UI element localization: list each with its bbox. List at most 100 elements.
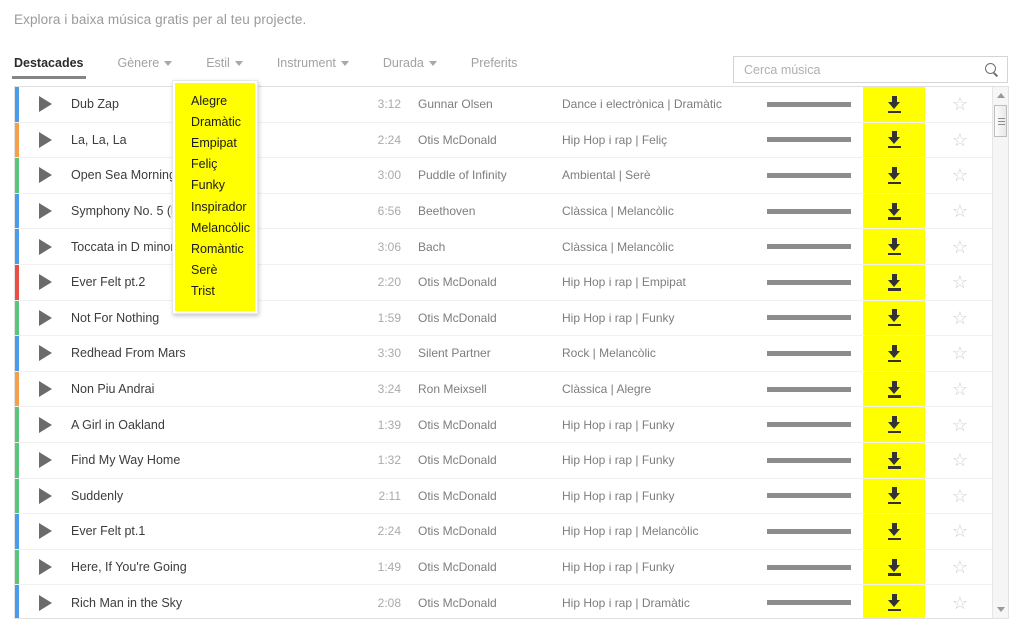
favorite-button[interactable]: ☆	[925, 131, 995, 149]
download-button[interactable]	[863, 407, 925, 442]
download-button[interactable]	[863, 442, 925, 478]
track-waveform[interactable]	[753, 208, 863, 214]
favorite-button[interactable]: ☆	[925, 344, 995, 362]
favorite-button[interactable]: ☆	[925, 202, 995, 220]
play-button[interactable]	[15, 381, 71, 398]
dropdown-item[interactable]: Trist	[175, 281, 255, 302]
dropdown-item[interactable]: Melancòlic	[175, 217, 255, 238]
track-waveform[interactable]	[753, 600, 863, 606]
tab-destacades[interactable]: Destacades	[12, 56, 85, 79]
download-button[interactable]	[863, 371, 925, 407]
favorite-button[interactable]: ☆	[925, 380, 995, 398]
track-waveform[interactable]	[753, 315, 863, 321]
tab-instrument[interactable]: Instrument	[277, 56, 349, 79]
play-button[interactable]	[15, 309, 71, 326]
track-waveform[interactable]	[753, 457, 863, 463]
table-row[interactable]: Toccata in D minor 3:06 Bach Clàssica | Mel…	[15, 229, 995, 265]
table-row[interactable]: Suddenly 2:11 Otis McDonald Hip Hop i rap |…	[15, 478, 995, 515]
table-row[interactable]: Ever Felt pt.2 2:20 Otis McDonald Hip Hop i…	[15, 264, 995, 301]
download-button[interactable]	[863, 336, 925, 371]
track-waveform[interactable]	[753, 101, 863, 107]
star-icon: ☆	[951, 201, 969, 222]
play-button[interactable]	[15, 238, 71, 255]
table-row[interactable]: Dub Zap 3:12 Gunnar Olsen Dance i electròni…	[15, 87, 995, 123]
play-button[interactable]	[15, 594, 71, 611]
table-row[interactable]: Rich Man in the Sky 2:08 Otis McDonald Hip …	[15, 585, 995, 618]
estil-dropdown-menu[interactable]: Alegre Dramàtic Empipat Feliç Funky Inspirado…	[172, 80, 258, 314]
download-button[interactable]	[863, 158, 925, 193]
table-row[interactable]: A Girl in Oakland 1:39 Otis McDonald Hip Ho…	[15, 407, 995, 443]
table-row[interactable]: Find My Way Home 1:32 Otis McDonald Hip Hop…	[15, 442, 995, 479]
download-button[interactable]	[863, 87, 925, 122]
play-button[interactable]	[15, 203, 71, 220]
dropdown-item[interactable]: Alegre	[175, 90, 255, 111]
play-button[interactable]	[15, 167, 71, 184]
dropdown-item[interactable]: Romàntic	[175, 238, 255, 259]
download-button[interactable]	[863, 514, 925, 549]
track-waveform[interactable]	[753, 279, 863, 285]
favorite-button[interactable]: ☆	[925, 451, 995, 469]
dropdown-item[interactable]: Empipat	[175, 132, 255, 153]
track-waveform[interactable]	[753, 244, 863, 250]
favorite-button[interactable]: ☆	[925, 166, 995, 184]
scroll-down-button[interactable]	[993, 601, 1008, 618]
track-waveform[interactable]	[753, 386, 863, 392]
table-row[interactable]: Ever Felt pt.1 2:24 Otis McDonald Hip Hop i…	[15, 514, 995, 550]
search-icon[interactable]	[984, 62, 999, 77]
table-row[interactable]: Non Piu Andrai 3:24 Ron Meixsell Clàssica |…	[15, 371, 995, 408]
favorite-button[interactable]: ☆	[925, 594, 995, 612]
download-button[interactable]	[863, 300, 925, 336]
play-button[interactable]	[15, 131, 71, 148]
download-button[interactable]	[863, 264, 925, 300]
table-row[interactable]: Open Sea Morning 3:00 Puddle of Infinity Am…	[15, 158, 995, 194]
tab-durada[interactable]: Durada	[383, 56, 437, 79]
track-waveform[interactable]	[753, 350, 863, 356]
play-button[interactable]	[15, 274, 71, 291]
play-button[interactable]	[15, 452, 71, 469]
dropdown-item[interactable]: Funky	[175, 175, 255, 196]
table-row[interactable]: La, La, La 2:24 Otis McDonald Hip Hop i rap…	[15, 122, 995, 159]
tab-gnere[interactable]: Gènere	[118, 56, 173, 79]
download-button[interactable]	[863, 585, 925, 618]
search-input[interactable]	[744, 62, 984, 77]
table-row[interactable]: Here, If You're Going 1:49 Otis McDonald Hi…	[15, 549, 995, 586]
track-waveform[interactable]	[753, 172, 863, 178]
favorite-button[interactable]: ☆	[925, 522, 995, 540]
favorite-button[interactable]: ☆	[925, 558, 995, 576]
table-row[interactable]: Redhead From Mars 3:30 Silent Partner Rock …	[15, 336, 995, 372]
track-waveform[interactable]	[753, 564, 863, 570]
dropdown-item[interactable]: Dramàtic	[175, 111, 255, 132]
favorite-button[interactable]: ☆	[925, 273, 995, 291]
favorite-button[interactable]: ☆	[925, 487, 995, 505]
search-box[interactable]	[733, 56, 1008, 83]
favorite-button[interactable]: ☆	[925, 309, 995, 327]
download-button[interactable]	[863, 229, 925, 264]
tab-estil[interactable]: Estil	[206, 56, 243, 79]
play-button[interactable]	[15, 523, 71, 540]
scroll-up-button[interactable]	[993, 87, 1008, 104]
play-button[interactable]	[15, 559, 71, 576]
tab-preferits[interactable]: Preferits	[471, 56, 518, 79]
download-button[interactable]	[863, 549, 925, 585]
favorite-button[interactable]: ☆	[925, 95, 995, 113]
dropdown-item[interactable]: Feliç	[175, 154, 255, 175]
table-row[interactable]: Not For Nothing 1:59 Otis McDonald Hip Hop …	[15, 300, 995, 337]
dropdown-item[interactable]: Inspirador	[175, 196, 255, 217]
dropdown-item[interactable]: Serè	[175, 260, 255, 281]
play-button[interactable]	[15, 96, 71, 113]
download-button[interactable]	[863, 193, 925, 229]
download-button[interactable]	[863, 478, 925, 514]
scrollbar-thumb[interactable]	[994, 105, 1007, 137]
play-button[interactable]	[15, 345, 71, 362]
play-button[interactable]	[15, 416, 71, 433]
download-button[interactable]	[863, 122, 925, 158]
track-waveform[interactable]	[753, 493, 863, 499]
track-waveform[interactable]	[753, 137, 863, 143]
favorite-button[interactable]: ☆	[925, 238, 995, 256]
play-button[interactable]	[15, 487, 71, 504]
track-waveform[interactable]	[753, 528, 863, 534]
table-row[interactable]: Symphony No. 5 (b 6:56 Beethoven Clàssica |…	[15, 193, 995, 230]
vertical-scrollbar[interactable]	[992, 87, 1008, 618]
favorite-button[interactable]: ☆	[925, 416, 995, 434]
track-waveform[interactable]	[753, 422, 863, 428]
